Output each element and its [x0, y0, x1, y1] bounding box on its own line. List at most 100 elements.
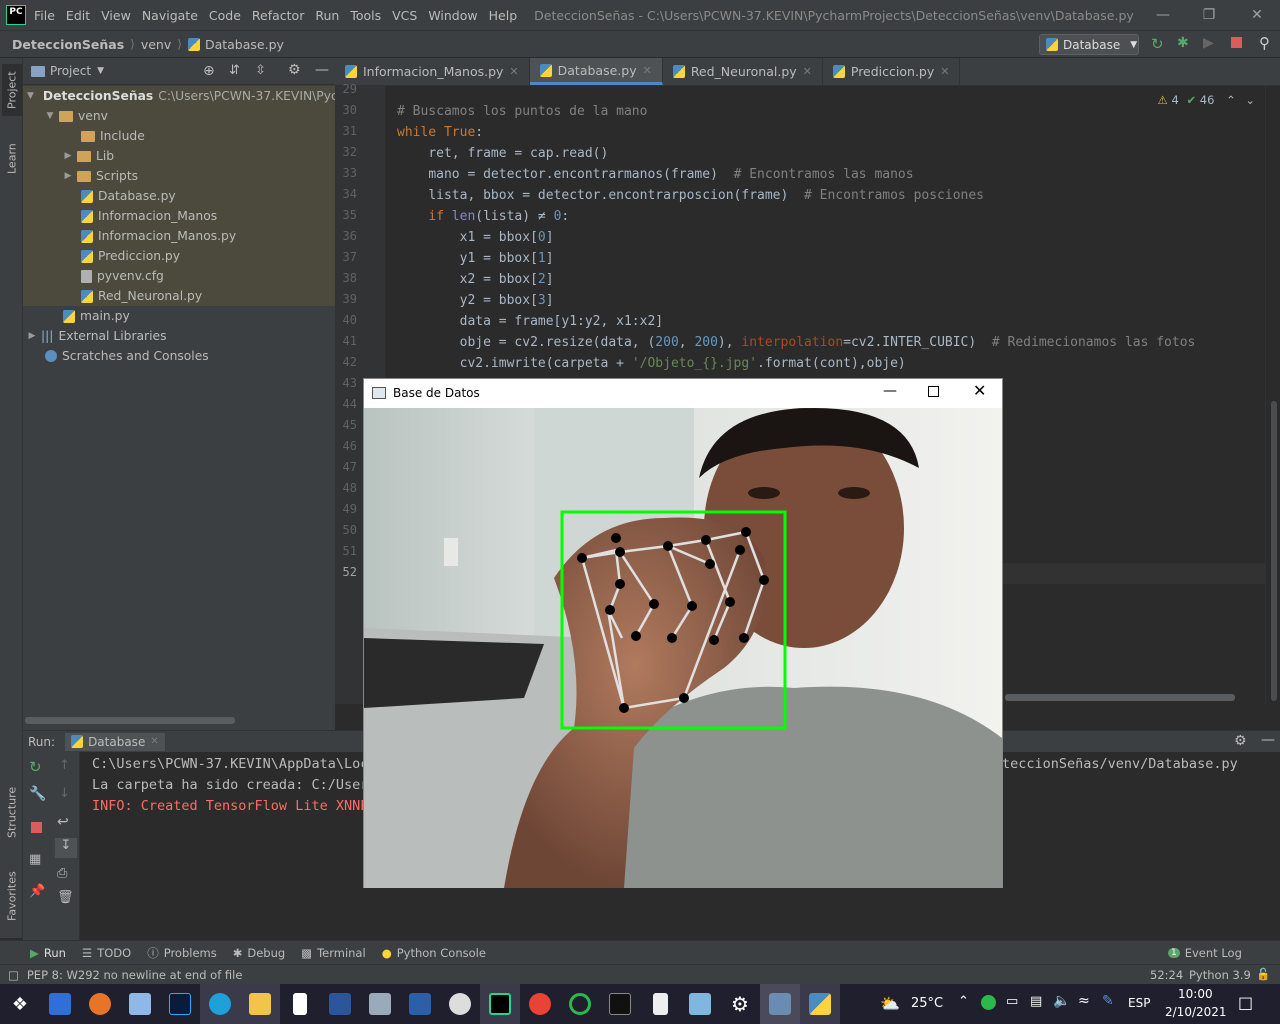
chevron-down-icon[interactable]: ▼ [97, 66, 104, 76]
tab-red-neuronal[interactable]: Red_Neuronal.py ✕ [663, 58, 823, 85]
clock-time[interactable]: 10:00 [1178, 987, 1213, 1001]
opencv-window[interactable]: Base de Datos — ✕ [363, 378, 1003, 888]
rerun-icon[interactable]: ↻ [29, 758, 42, 776]
tray-status-icon[interactable] [981, 995, 996, 1010]
stop-icon[interactable] [1231, 37, 1242, 48]
menu-edit[interactable]: Edit [66, 8, 90, 23]
locate-icon[interactable]: ⊕ [203, 63, 215, 79]
language-indicator[interactable]: ESP [1128, 996, 1150, 1010]
tree-item-pyvenv-cfg[interactable]: pyvenv.cfg [23, 266, 335, 286]
lock-icon[interactable]: 🔓 [1256, 967, 1270, 981]
hide-icon[interactable]: — [315, 62, 329, 78]
menu-vcs[interactable]: VCS [392, 8, 417, 23]
taskbar-app-azure[interactable] [400, 984, 440, 1024]
tool-tab-debug[interactable]: ✱ Debug [233, 946, 285, 960]
tool-tab-terminal[interactable]: ▩ Terminal [301, 946, 365, 960]
tree-item-informacion-manos[interactable]: Informacion_Manos [23, 206, 335, 226]
tree-item-red-neuronal-py[interactable]: Red_Neuronal.py [23, 286, 335, 306]
editor-horizontal-scrollbar[interactable] [1005, 694, 1235, 701]
tool-tab-todo[interactable]: ☰ TODO [82, 946, 131, 960]
cursor-position[interactable]: 52:24 [1150, 968, 1183, 982]
clock-date[interactable]: 2/10/2021 [1165, 1005, 1227, 1019]
tree-item-main-py[interactable]: main.py [23, 306, 335, 326]
weather-temp[interactable]: 25°C [911, 996, 943, 1011]
taskbar-app-monitor[interactable] [360, 984, 400, 1024]
wifi-icon[interactable]: ≈ [1078, 993, 1090, 1009]
taskbar-app-3d[interactable] [120, 984, 160, 1024]
gear-icon[interactable]: ⚙ [1234, 733, 1247, 749]
favorites-tool-tab[interactable]: Favorites [2, 864, 22, 928]
restore-button[interactable]: ❐ [1186, 0, 1232, 30]
taskbar-app-notes[interactable] [280, 984, 320, 1024]
tree-item-prediccion-py[interactable]: Prediccion.py [23, 246, 335, 266]
print-icon[interactable]: ⎙ [57, 866, 67, 881]
layout-icon[interactable]: ▦ [29, 852, 41, 867]
minimize-button[interactable]: — [883, 383, 897, 399]
run-tab-database[interactable]: Database ✕ [65, 732, 165, 751]
tool-tab-python-console[interactable]: ● Python Console [382, 946, 486, 960]
tab-database[interactable]: Database.py ✕ [529, 58, 663, 85]
taskbar-app-pycharm[interactable] [480, 984, 520, 1024]
taskbar-app-terminal[interactable] [600, 984, 640, 1024]
pin-icon[interactable]: 📌 [29, 884, 45, 899]
tool-tab-event-log[interactable]: 1 Event Log [1168, 946, 1242, 960]
menu-navigate[interactable]: Navigate [142, 8, 198, 23]
scroll-down-icon[interactable]: ↓ [59, 786, 70, 801]
weather-icon[interactable]: ⛅ [880, 994, 900, 1013]
editor-scrollbar[interactable] [1265, 86, 1280, 704]
status-message[interactable]: PEP 8: W292 no newline at end of file [27, 968, 243, 982]
project-tool-tab[interactable]: Project [2, 64, 22, 116]
taskbar-app-save[interactable] [40, 984, 80, 1024]
chevron-up-icon[interactable]: ⌃ [958, 994, 969, 1009]
menu-window[interactable]: Window [428, 8, 477, 23]
taskbar-app-document[interactable] [640, 984, 680, 1024]
inspection-widget[interactable]: ⚠ 4 ✔ 46 ⌃ ⌄ [1158, 90, 1255, 111]
close-button[interactable]: ✕ [973, 381, 986, 400]
coverage-icon[interactable]: ▶ [1203, 35, 1214, 51]
gear-icon[interactable]: ⚙ [288, 62, 301, 78]
soft-wrap-icon[interactable]: ↩ [57, 814, 69, 830]
breadcrumb-file[interactable]: Database.py [205, 37, 284, 52]
opencv-window-titlebar[interactable]: Base de Datos — ✕ [364, 379, 1002, 407]
trash-icon[interactable]: 🗑 [57, 890, 74, 905]
tool-tab-problems[interactable]: ⓘ Problems [147, 945, 217, 961]
speaker-icon[interactable]: 🔈 [1053, 993, 1070, 1009]
close-button[interactable]: ✕ [1234, 0, 1280, 30]
taskbar-app-photoshop[interactable] [160, 984, 200, 1024]
pen-icon[interactable]: ✎ [1102, 993, 1114, 1009]
hide-icon[interactable]: — [1261, 732, 1275, 748]
learn-tool-tab[interactable]: Learn [2, 134, 22, 184]
menu-help[interactable]: Help [489, 8, 518, 23]
start-button[interactable]: ❖ [0, 984, 40, 1024]
tree-item-scratches[interactable]: Scratches and Consoles [23, 346, 335, 366]
debug-icon[interactable]: ✱ [1177, 35, 1189, 51]
menu-tools[interactable]: Tools [350, 8, 381, 23]
menu-view[interactable]: View [101, 8, 131, 23]
scroll-to-end-icon[interactable]: ↧ [55, 838, 77, 858]
tree-item-venv[interactable]: ▼ venv [23, 106, 335, 126]
taskbar-app-virtualbox[interactable] [680, 984, 720, 1024]
structure-tool-tab[interactable]: Structure [2, 780, 22, 844]
toggle-panels-icon[interactable]: □ [8, 968, 19, 982]
taskbar-app-settings[interactable]: ⚙ [720, 984, 760, 1024]
taskbar-app-firefox[interactable] [80, 984, 120, 1024]
expand-all-icon[interactable]: ⇵ [229, 63, 240, 78]
search-icon[interactable]: ⚲ [1259, 34, 1270, 52]
taskbar-app-python[interactable] [800, 984, 840, 1024]
menu-run[interactable]: Run [315, 8, 339, 23]
taskbar-app-sync[interactable] [560, 984, 600, 1024]
tree-item-scripts[interactable]: ▶ Scripts [23, 166, 335, 186]
rerun-icon[interactable]: ↻ [1151, 35, 1164, 53]
taskbar-app-word[interactable] [320, 984, 360, 1024]
tab-informacion-manos[interactable]: Informacion_Manos.py ✕ [335, 58, 530, 85]
tree-root[interactable]: ▼ DeteccionSeñas C:\Users\PCWN-37.KEVIN\Py… [23, 86, 358, 106]
tool-tab-run[interactable]: ▶ Run [30, 946, 66, 960]
menu-file[interactable]: File [34, 8, 55, 23]
taskbar-app-opencv[interactable] [760, 984, 800, 1024]
taskbar-app-edge[interactable] [200, 984, 240, 1024]
tree-item-external-libraries[interactable]: ▶ ||| External Libraries [23, 326, 335, 346]
menu-refactor[interactable]: Refactor [252, 8, 304, 23]
tab-prediccion[interactable]: Prediccion.py ✕ [823, 58, 961, 85]
maximize-button[interactable] [928, 386, 939, 397]
tree-item-include[interactable]: Include [23, 126, 335, 146]
